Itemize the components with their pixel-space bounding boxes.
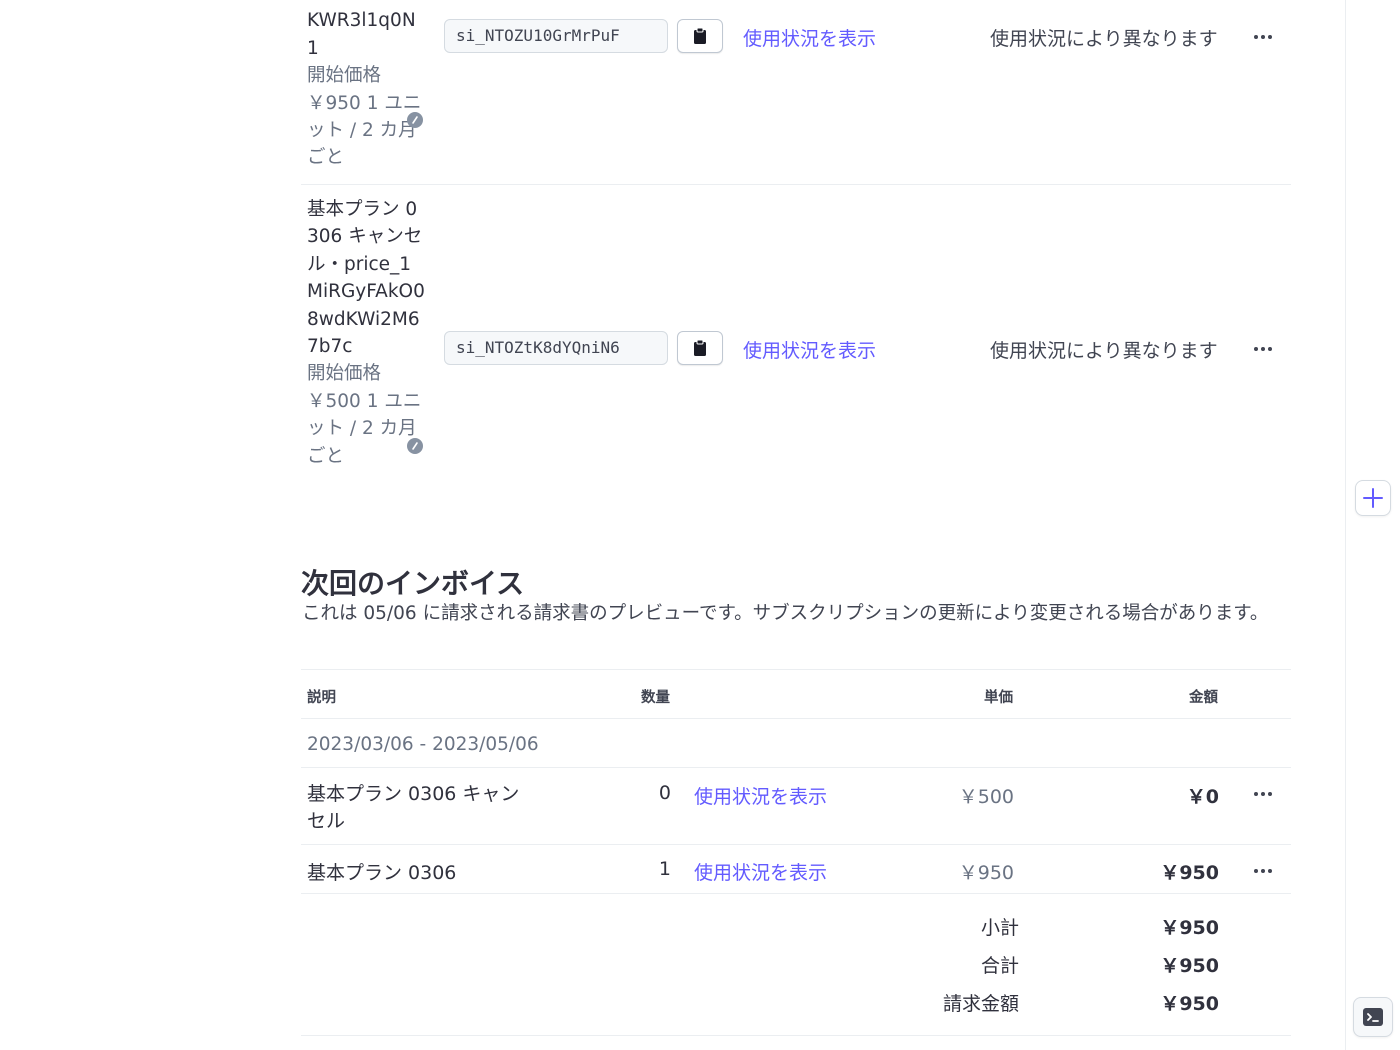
view-usage-link[interactable]: 使用状況を表示 [694,858,827,885]
price-text: ￥500 1 ユニット / 2 カ月ごと [307,390,422,467]
column-header-description: 説明 [307,690,336,706]
item-description: 基本プラン 0306 キャンセル・price_1MiRGyFAkO08wdKWi… [307,196,425,470]
more-actions-button[interactable] [1251,864,1275,878]
meter-icon [407,438,423,454]
column-header-unit-price: 単価 [984,690,1013,706]
right-panel-border [1345,0,1346,1050]
more-actions-button[interactable] [1251,30,1275,44]
invoice-line-unit-price: ￥500 [958,786,1014,808]
invoice-line-description: 基本プラン 0306 キャンセル [307,783,520,832]
upcoming-invoice-title: 次回のインボイス [301,567,525,600]
view-usage-link[interactable]: 使用状況を表示 [694,782,827,809]
divider [301,669,1291,670]
amount-due-label: 請求金額 [942,993,1019,1015]
copy-button[interactable] [677,19,723,53]
meter-icon [407,112,423,128]
divider [301,1035,1291,1036]
amount-due-value: ￥950 [1160,993,1219,1015]
price-text: ￥950 1 ユニット / 2 カ月ごと [307,92,422,169]
column-header-quantity: 数量 [641,690,670,706]
upcoming-invoice-subtitle: これは 05/06 に請求される請求書のプレビューです。サブスクリプションの更新… [302,603,1269,624]
total-label: 合計 [980,955,1019,977]
quantity-text: 使用状況により異なります [990,28,1218,50]
invoice-period: 2023/03/06 - 2023/05/06 [307,734,539,755]
item-id-field[interactable]: si_NTOZU10GrMrPuF [444,19,668,53]
more-actions-button[interactable] [1251,787,1275,801]
view-usage-link[interactable]: 使用状況を表示 [743,336,876,363]
subscription-item-row: KWR3l1q0N1 開始価格 ￥950 1 ユニット / 2 カ月ごと si_… [301,0,1291,185]
terminal-icon [1363,1008,1383,1026]
divider [301,767,1291,768]
price-label: 開始価格 [307,363,382,385]
add-button[interactable] [1355,480,1391,516]
item-description: KWR3l1q0N1 開始価格 ￥950 1 ユニット / 2 カ月ごと [307,0,425,172]
total-value: ￥950 [1160,955,1219,977]
divider [301,718,1291,719]
invoice-line-quantity: 0 [658,782,671,804]
column-header-amount: 金額 [1189,690,1218,706]
subtotal-label: 小計 [980,917,1019,939]
view-usage-link[interactable]: 使用状況を表示 [743,24,876,51]
subtotal-value: ￥950 [1160,917,1219,939]
invoice-line-unit-price: ￥950 [958,862,1014,884]
item-id-field[interactable]: si_NTOZtK8dYQniN6 [444,331,668,365]
invoice-line-amount: ￥0 [1186,786,1219,808]
clipboard-icon [694,340,706,356]
subscription-item-row: 基本プラン 0306 キャンセル・price_1MiRGyFAkO08wdKWi… [301,185,1291,515]
item-name: KWR3l1q0N1 [307,10,416,59]
divider [301,844,1291,845]
divider [301,893,1291,894]
copy-button[interactable] [677,331,723,365]
clipboard-icon [694,28,706,44]
shell-button[interactable] [1353,997,1393,1037]
invoice-line-description: 基本プラン 0306 [307,862,457,884]
invoice-line-amount: ￥950 [1160,862,1219,884]
item-name: 基本プラン 0306 キャンセル・price_1MiRGyFAkO08wdKWi… [307,199,425,358]
invoice-line-quantity: 1 [658,858,671,880]
quantity-text: 使用状況により異なります [990,340,1218,362]
item-name-clipped [307,0,425,7]
more-actions-button[interactable] [1251,342,1275,356]
plus-icon [1363,488,1383,508]
price-label: 開始価格 [307,65,382,87]
